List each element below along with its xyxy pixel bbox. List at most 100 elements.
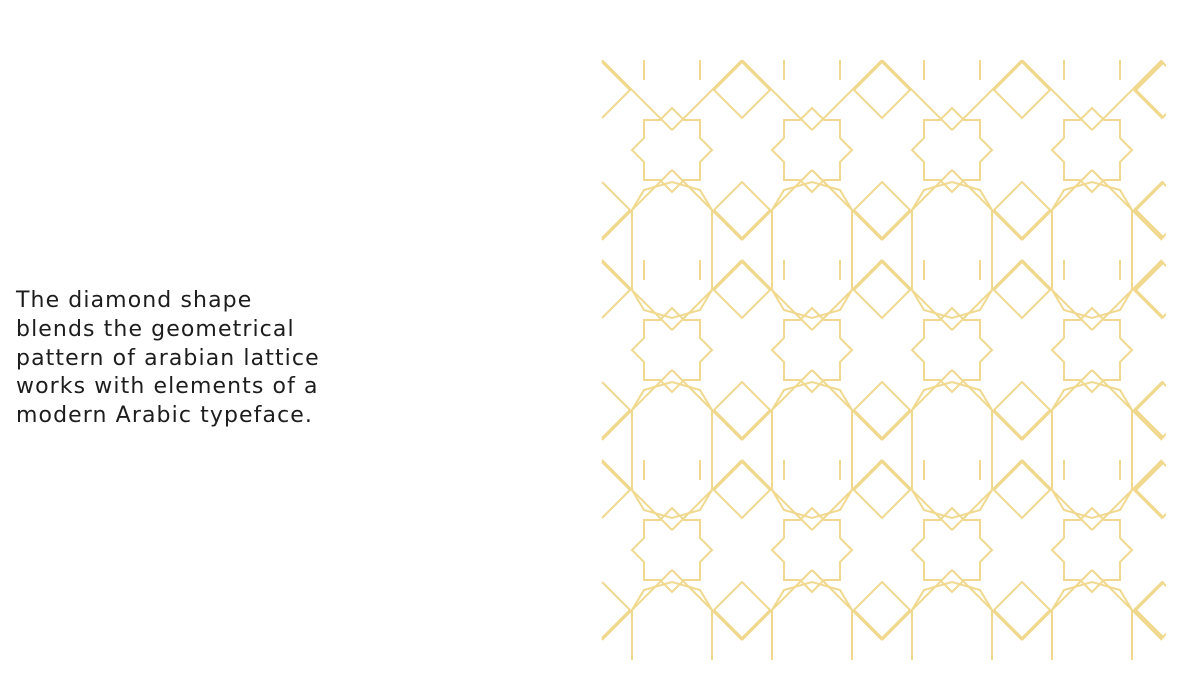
lattice-edge: [601, 261, 632, 319]
lattice-strand: [671, 60, 743, 131]
lattice-star: [770, 106, 854, 194]
lattice-strand: [1021, 60, 1093, 131]
lattice-strand: [1021, 569, 1093, 641]
description-line: blends the geometrical: [16, 316, 295, 342]
lattice-strand: [881, 169, 953, 241]
lattice-strand: [1091, 259, 1163, 331]
lattice-diamond: [852, 180, 912, 240]
lattice-star: [770, 306, 854, 394]
lattice-strand: [811, 60, 883, 131]
lattice-strand: [811, 259, 883, 331]
lattice-strand: [671, 459, 743, 531]
lattice-strand: [951, 569, 1023, 641]
lattice-diamond: [852, 460, 912, 520]
arabian-lattice-pattern: [600, 60, 1166, 660]
lattice-star: [630, 506, 714, 594]
lattice-diamond: [852, 60, 912, 120]
lattice-edge: [1134, 181, 1165, 239]
lattice-strand: [741, 459, 813, 531]
lattice-strand: [601, 259, 673, 331]
lattice-strand: [1091, 60, 1163, 131]
lattice-edge: [1134, 61, 1165, 119]
lattice-star: [1050, 106, 1134, 194]
lattice-strand: [1091, 569, 1163, 641]
lattice-diamond: [1132, 460, 1166, 520]
lattice-diamond: [712, 60, 772, 120]
lattice-strand: [741, 569, 813, 641]
description-text: The diamond shape blends the geometrical…: [16, 287, 386, 431]
description-line: pattern of arabian lattice: [16, 345, 320, 371]
lattice-octagon: [771, 580, 853, 660]
lattice-strand: [741, 60, 813, 131]
lattice-strand: [741, 169, 813, 241]
lattice-star: [1050, 506, 1134, 594]
lattice-strand: [601, 569, 673, 641]
description-line: The diamond shape: [16, 288, 253, 313]
lattice-diamond: [1132, 60, 1166, 120]
lattice-strand: [881, 259, 953, 331]
lattice-diamond: [1132, 580, 1166, 640]
lattice-diamond: [1132, 260, 1166, 320]
lattice-strand: [951, 259, 1023, 331]
lattice-diamond: [852, 260, 912, 320]
lattice-edge: [601, 581, 632, 639]
lattice-octagon: [631, 380, 713, 520]
lattice-star: [630, 306, 714, 394]
lattice-strand: [811, 369, 883, 441]
lattice-strand: [951, 60, 1023, 131]
lattice-octagon: [1051, 580, 1133, 660]
lattice-strand: [881, 569, 953, 641]
lattice-octagon: [911, 180, 993, 320]
lattice-edge: [601, 181, 632, 239]
lattice-diamond: [992, 260, 1052, 320]
lattice-diamond: [992, 180, 1052, 240]
lattice-strand: [741, 369, 813, 441]
lattice-strand: [671, 569, 743, 641]
lattice-diamond: [992, 580, 1052, 640]
lattice-diamond: [712, 180, 772, 240]
lattice-svg: [601, 60, 1166, 660]
lattice-strand: [881, 60, 953, 131]
lattice-star: [910, 306, 994, 394]
lattice-strand: [881, 369, 953, 441]
lattice-strand: [951, 369, 1023, 441]
lattice-diamond: [992, 460, 1052, 520]
lattice-octagon: [911, 580, 993, 660]
lattice-strand: [1021, 369, 1093, 441]
lattice-strand: [1021, 459, 1093, 531]
lattice-edge: [601, 61, 632, 119]
lattice-strand: [671, 169, 743, 241]
lattice-octagon: [771, 380, 853, 520]
lattice-edge: [1134, 381, 1165, 439]
lattice-diamond: [712, 460, 772, 520]
lattice-strand: [951, 169, 1023, 241]
lattice-strand: [951, 459, 1023, 531]
description-line: works with elements of a: [16, 374, 319, 400]
lattice-edge: [1134, 461, 1165, 519]
lattice-diamond: [992, 380, 1052, 440]
lattice-strand: [1091, 459, 1163, 531]
lattice-star: [1050, 306, 1134, 394]
lattice-octagon: [1051, 180, 1133, 320]
lattice-strand: [1091, 369, 1163, 441]
lattice-diamond: [852, 380, 912, 440]
lattice-strand: [811, 459, 883, 531]
lattice-strand: [741, 259, 813, 331]
lattice-octagon: [771, 180, 853, 320]
lattice-strand: [881, 459, 953, 531]
lattice-edge: [601, 461, 632, 519]
description-line: modern Arabic typeface.: [16, 403, 314, 429]
lattice-strand: [671, 369, 743, 441]
lattice-strand: [811, 569, 883, 641]
lattice-diamond: [992, 60, 1052, 120]
lattice-strand: [601, 459, 673, 531]
lattice-diamond: [1132, 180, 1166, 240]
lattice-star: [910, 506, 994, 594]
lattice-strand: [601, 369, 673, 441]
lattice-octagon: [1051, 380, 1133, 520]
lattice-diamond: [852, 580, 912, 640]
lattice-strand: [1091, 169, 1163, 241]
lattice-star: [910, 106, 994, 194]
lattice-edge: [1134, 261, 1165, 319]
lattice-strand: [1021, 259, 1093, 331]
